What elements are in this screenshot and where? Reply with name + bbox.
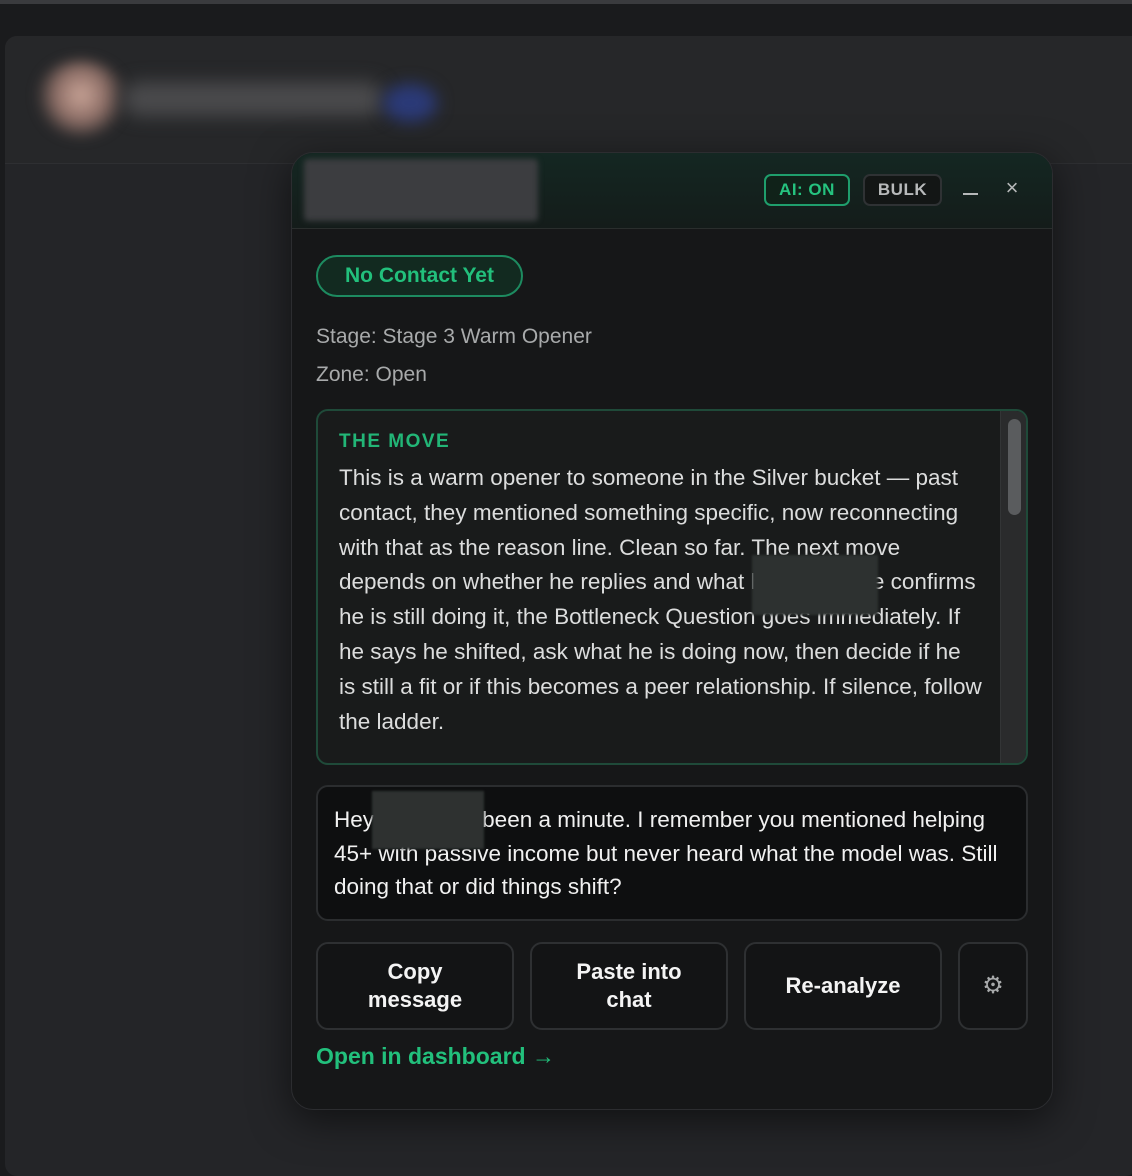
panel-header: AI: ON BULK ×	[292, 153, 1052, 229]
copy-message-button[interactable]: Copy message	[316, 942, 514, 1030]
minimize-icon	[962, 193, 978, 195]
paste-into-chat-button[interactable]: Paste into chat	[530, 942, 728, 1030]
redacted-region	[752, 555, 878, 615]
bulk-button[interactable]: BULK	[863, 174, 942, 206]
reanalyze-button[interactable]: Re-analyze	[744, 942, 942, 1030]
close-button[interactable]: ×	[998, 173, 1026, 203]
move-card: THE MOVE This is a warm opener to someon…	[316, 409, 1028, 765]
window-top-border	[0, 0, 1132, 4]
open-dashboard-link[interactable]: Open in dashboard →	[316, 1043, 555, 1070]
ai-toggle-button[interactable]: AI: ON	[764, 174, 850, 206]
settings-button[interactable]: ⚙	[958, 942, 1028, 1030]
move-text: This is a warm opener to someone in the …	[339, 465, 982, 734]
stage-label: Stage: Stage 3 Warm Opener	[316, 325, 592, 348]
move-title: THE MOVE	[339, 431, 451, 452]
status-badge: No Contact Yet	[316, 255, 523, 297]
close-icon: ×	[1005, 175, 1019, 200]
move-scrollbar-thumb[interactable]	[1008, 419, 1021, 515]
gear-icon: ⚙	[982, 972, 1004, 999]
minimize-button[interactable]	[956, 175, 984, 205]
suggested-message-box[interactable]: Hey ▒▒▒▒▒▒ been a minute. I remember you…	[316, 785, 1028, 921]
blurred-badge-icon	[383, 84, 437, 122]
redacted-region	[372, 791, 484, 849]
reanalyze-label: Re-analyze	[785, 973, 901, 998]
chat-header	[5, 36, 1132, 164]
paste-into-chat-label: Paste into chat	[576, 959, 682, 1012]
copy-message-label: Copy message	[367, 959, 463, 1012]
move-scrollbar[interactable]	[1000, 411, 1026, 763]
blurred-contact-name	[123, 82, 383, 116]
zone-label: Zone: Open	[316, 363, 427, 386]
blurred-contact-title	[304, 159, 538, 221]
blurred-contact-avatar	[35, 60, 127, 138]
assistant-panel: AI: ON BULK × No Contact Yet Stage: Stag…	[291, 152, 1053, 1110]
